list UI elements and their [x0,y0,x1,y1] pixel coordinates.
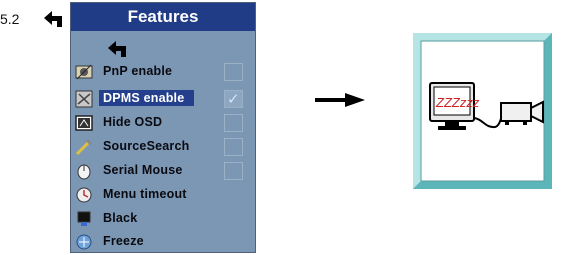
menu-item-label: Freeze [103,234,144,248]
pnp-checkbox[interactable] [224,63,243,81]
menu-item-label: Black [103,211,138,225]
menu-item-pnp-enable[interactable]: PnP enable [71,62,257,82]
mouse-icon [77,164,91,180]
menu-item-label: PnP enable [103,64,173,78]
menu-item-label: Menu timeout [103,187,187,201]
checkmark-icon: ✓ [227,91,240,108]
menu-item-dpms-enable[interactable]: DPMS enable ✓ [71,89,257,109]
dpms-checkbox[interactable]: ✓ [224,90,243,108]
menu-item-menu-timeout[interactable]: Menu timeout [71,185,257,205]
menu-item-sourcesearch[interactable]: SourceSearch [71,137,257,157]
sourcesearch-checkbox[interactable] [224,138,243,156]
menu-item-label: Hide OSD [103,115,163,129]
dpms-icon [75,90,93,108]
features-menu: Features PnP enable DPMS enable ✓ Hide O… [70,2,256,253]
menu-item-label: SourceSearch [103,139,190,153]
return-arrow-icon [44,11,62,27]
menu-item-label: DPMS enable [99,90,195,106]
menu-title: Features [71,3,255,31]
timeout-icon [76,187,92,203]
arrow-right-icon [315,93,365,107]
black-icon [77,211,91,226]
menu-item-black[interactable]: Black [71,209,257,229]
pnp-icon [75,64,93,80]
section-number: 5.2 [0,11,20,27]
menu-item-hide-osd[interactable]: Hide OSD [71,113,257,133]
zzz-text: ZZZzzz [435,95,480,110]
menu-back-icon[interactable] [107,40,129,58]
menu-item-freeze[interactable]: Freeze [71,232,257,252]
hide-osd-checkbox[interactable] [224,114,243,132]
standby-illustration: ZZZzzz [413,33,552,189]
menu-item-label: Serial Mouse [103,163,183,177]
menu-item-serial-mouse[interactable]: Serial Mouse [71,161,257,181]
hide-osd-icon [75,115,93,131]
serial-mouse-checkbox[interactable] [224,162,243,180]
freeze-icon [76,234,92,250]
source-search-icon [75,138,93,156]
